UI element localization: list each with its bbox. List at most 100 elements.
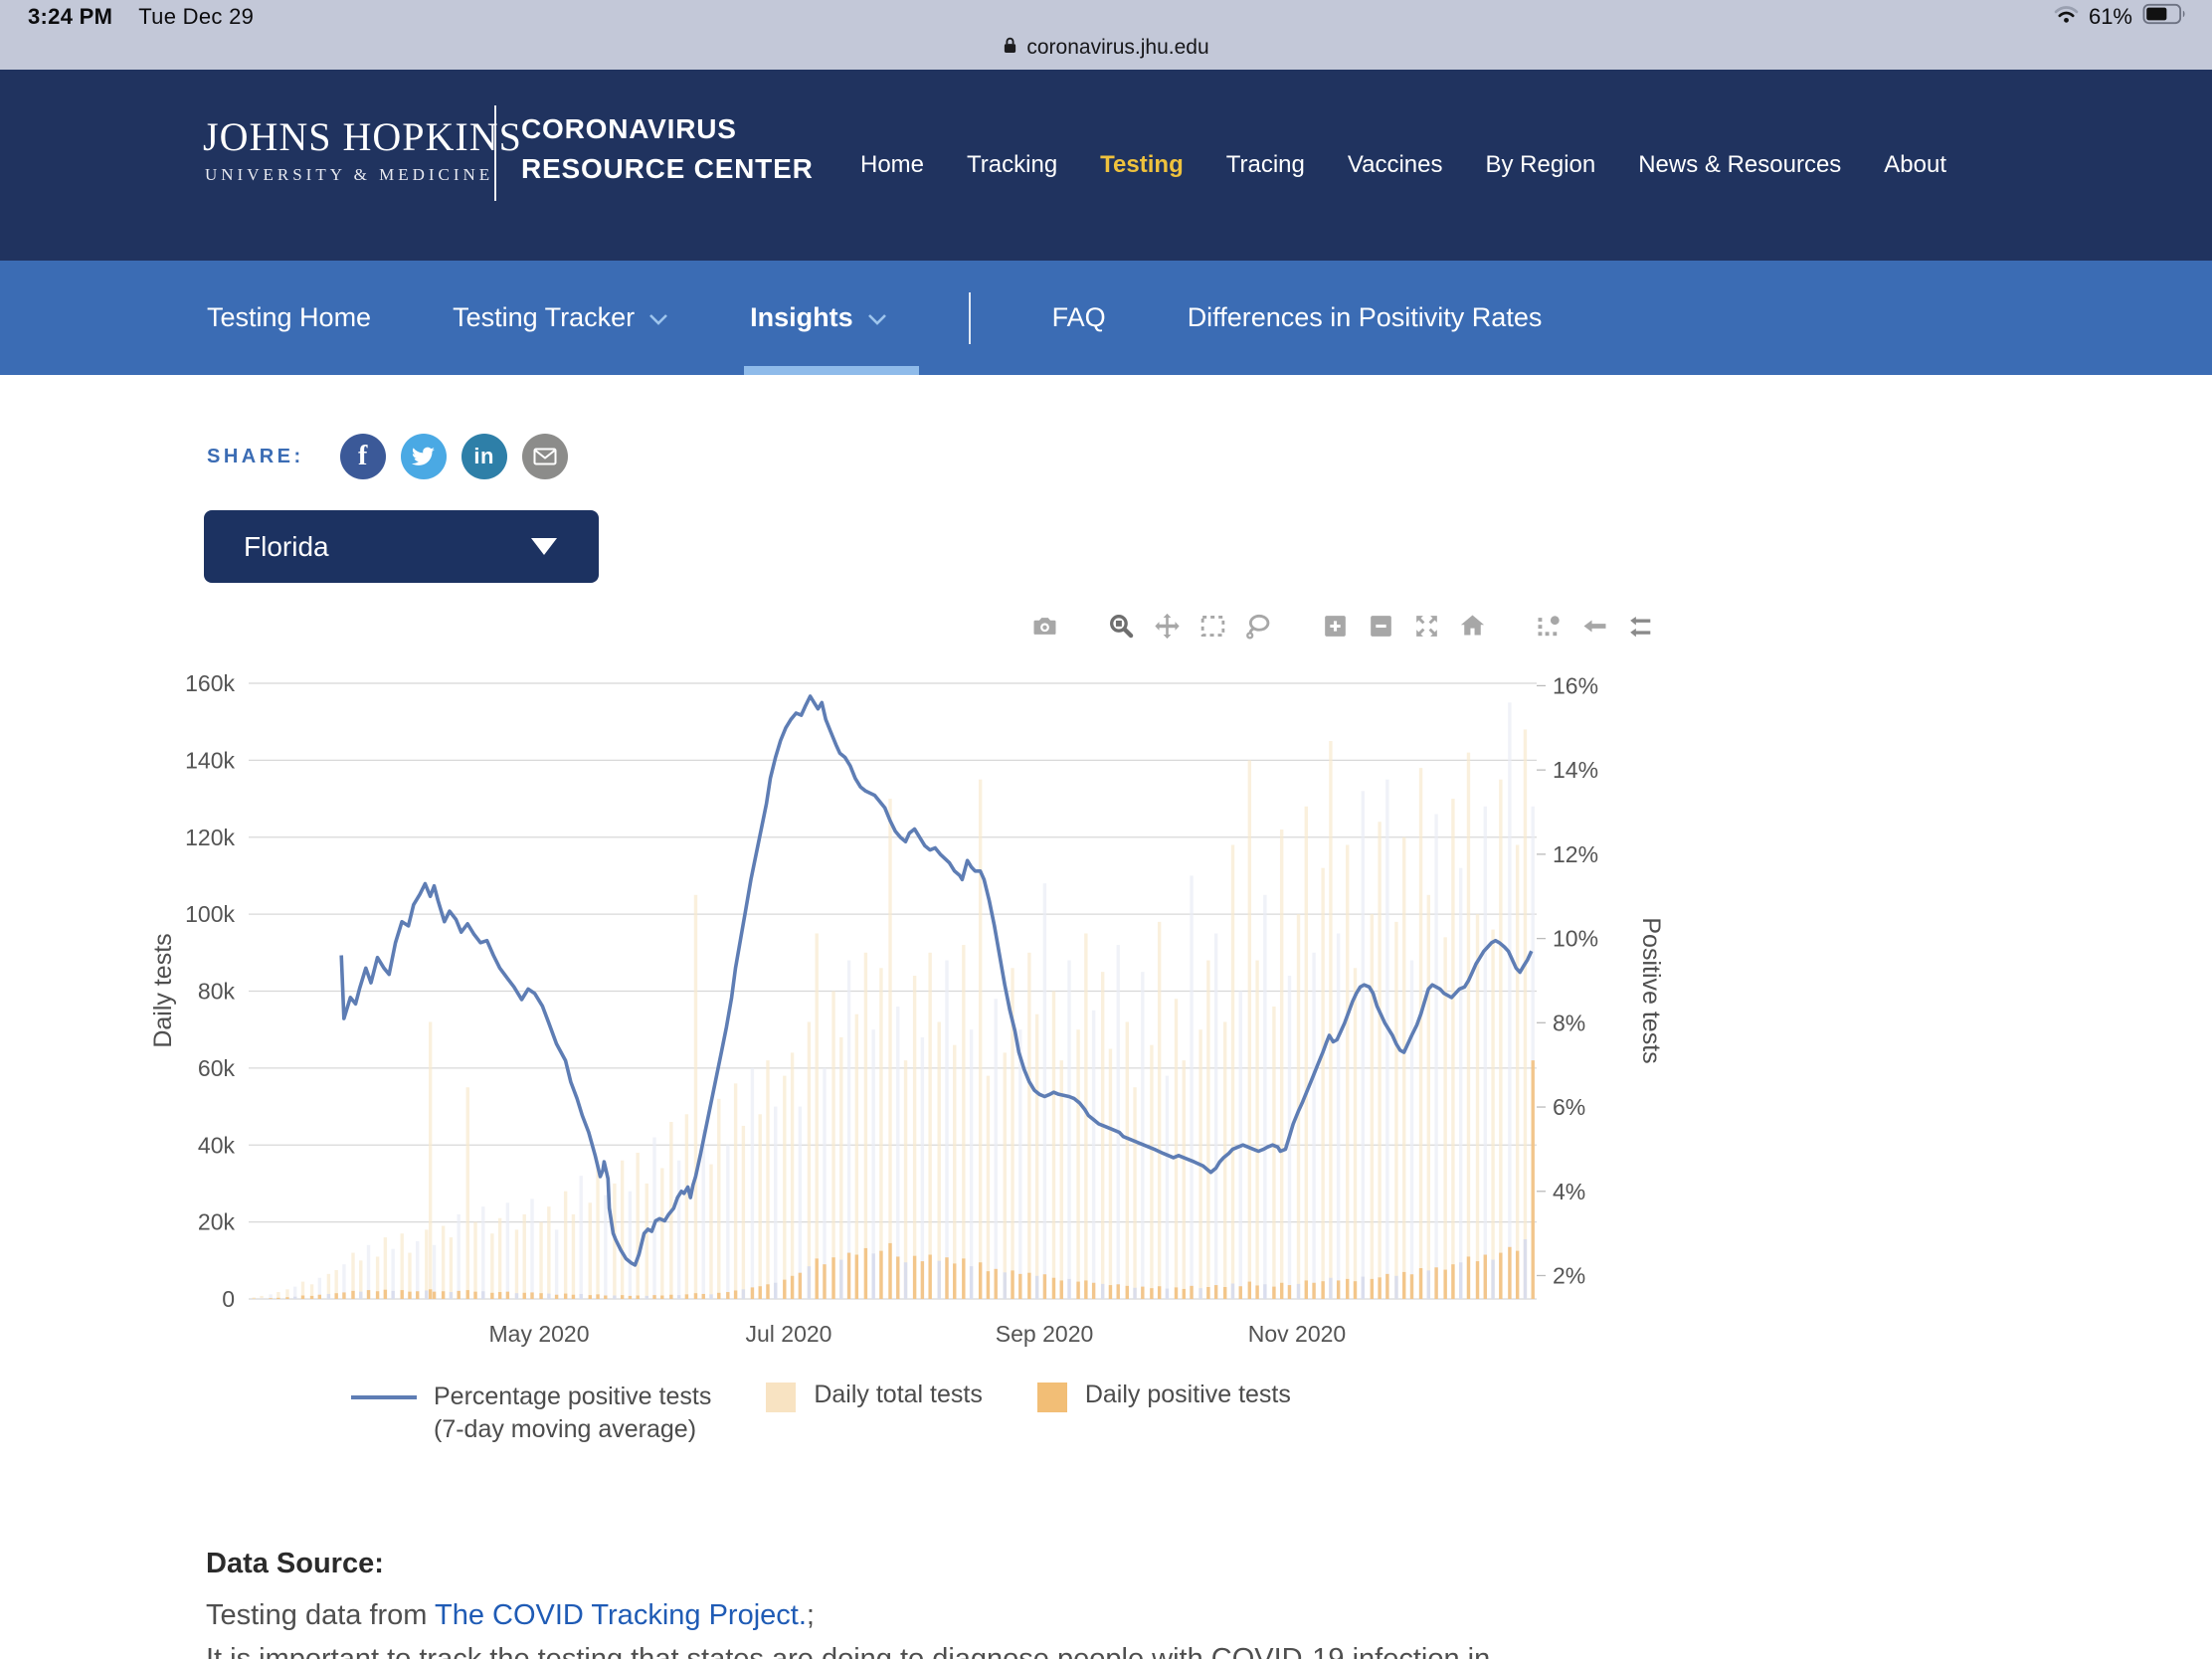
positive-tests-bar: [970, 1266, 973, 1299]
positive-tests-bar: [791, 1276, 794, 1299]
total-tests-bar: [539, 1222, 542, 1299]
total-tests-bar: [864, 953, 867, 1299]
total-tests-bar: [1329, 741, 1332, 1299]
positive-tests-bar: [928, 1255, 931, 1299]
positive-tests-bar: [310, 1296, 313, 1299]
left-axis-tick: 140k: [185, 747, 235, 773]
total-tests-bar: [1248, 760, 1251, 1299]
left-axis-tick: 80k: [198, 979, 236, 1005]
positive-tests-bar: [1451, 1264, 1454, 1299]
total-tests-bar: [498, 1218, 501, 1299]
legend-total-item[interactable]: Daily total tests: [814, 1381, 983, 1409]
positivity-line: [341, 696, 1532, 1265]
left-axis-tick: 20k: [198, 1209, 236, 1235]
total-tests-bar: [564, 1192, 567, 1299]
total-tests-bar: [847, 961, 850, 1299]
total-tests-bar: [685, 1114, 688, 1299]
total-tests-bar: [473, 1222, 476, 1299]
positive-tests-bar: [1312, 1283, 1315, 1299]
total-tests-bar: [530, 1198, 533, 1299]
positive-tests-bar: [742, 1289, 745, 1299]
total-tests-bar: [1109, 1049, 1112, 1299]
positive-tests-bar: [1362, 1277, 1365, 1299]
positive-tests-bar: [1027, 1273, 1030, 1299]
positive-tests-bar: [269, 1298, 272, 1299]
positive-tests-bar: [702, 1294, 705, 1299]
positive-tests-bar: [1060, 1280, 1063, 1299]
positive-tests-bar: [1491, 1260, 1494, 1299]
total-tests-bar: [1043, 883, 1046, 1299]
positive-tests-bar: [1272, 1287, 1275, 1299]
total-tests-bar: [1263, 895, 1266, 1299]
positive-tests-bar: [896, 1256, 899, 1299]
positive-tests-bar: [359, 1292, 362, 1299]
total-tests-bar: [1321, 868, 1324, 1299]
positive-tests-bar: [945, 1257, 948, 1299]
legend-positive-item[interactable]: Daily positive tests: [1085, 1381, 1291, 1409]
positive-tests-bar: [1443, 1270, 1446, 1299]
total-tests-bar: [1371, 914, 1374, 1299]
total-tests-bar: [1378, 822, 1381, 1299]
total-tests-bar: [1101, 972, 1104, 1299]
positive-tests-bar: [523, 1293, 526, 1299]
total-tests-bar: [1076, 1029, 1079, 1299]
positive-tests-bar: [481, 1291, 484, 1299]
positive-tests-bar: [260, 1298, 263, 1299]
positive-tests-bar: [498, 1292, 501, 1299]
total-tests-bar: [1150, 1045, 1153, 1299]
positive-tests-bar: [1248, 1282, 1251, 1299]
positive-tests-bar: [1035, 1276, 1038, 1299]
positive-tests-bar: [1329, 1278, 1332, 1299]
total-tests-bar: [1434, 815, 1437, 1299]
legend-line-item[interactable]: Percentage positive tests (7-day moving …: [434, 1381, 711, 1446]
positive-tests-bar: [1126, 1286, 1129, 1299]
total-tests-bar: [645, 1184, 648, 1299]
positive-tests-bar: [759, 1286, 762, 1299]
positive-tests-bar: [938, 1261, 941, 1299]
x-axis-tick: Jul 2020: [746, 1321, 832, 1347]
total-tests-bar: [1175, 999, 1178, 1299]
positive-tests-bar: [285, 1297, 288, 1299]
positive-tests-bar: [766, 1284, 769, 1299]
positive-tests-bar: [1484, 1255, 1487, 1299]
positive-tests-bar: [450, 1292, 453, 1299]
total-tests-bar: [433, 1245, 436, 1299]
positive-tests-bar: [1198, 1288, 1201, 1299]
line-legend-swatch: [351, 1395, 417, 1399]
positive-tests-bar: [1231, 1284, 1234, 1299]
positive-tests-bar: [1150, 1288, 1153, 1299]
positive-tests-bar: [831, 1257, 834, 1299]
total-tests-bar: [481, 1206, 484, 1299]
positive-tests-bar: [1133, 1288, 1136, 1299]
positive-tests-bar: [1092, 1283, 1095, 1299]
total-tests-bar: [1004, 1052, 1007, 1299]
total-tests-bar: [1272, 1007, 1275, 1299]
positive-tests-bar: [539, 1293, 542, 1299]
total-tests-bar: [580, 1176, 583, 1299]
total-tests-bar: [515, 1229, 518, 1299]
total-tests-bar: [1337, 933, 1340, 1299]
total-tests-bar: [547, 1206, 550, 1299]
positive-tests-bar: [1109, 1285, 1112, 1299]
total-tests-bar: [1484, 807, 1487, 1299]
total-tests-bar: [1476, 914, 1479, 1299]
positive-tests-bar: [1354, 1281, 1357, 1299]
total-tests-bar: [442, 1225, 445, 1299]
positive-tests-bar: [1190, 1286, 1193, 1299]
chart-legend: Percentage positive tests (7-day moving …: [351, 1381, 1291, 1446]
covid-tracking-project-link[interactable]: The COVID Tracking Project.: [435, 1599, 807, 1631]
total-tests-bar: [726, 1145, 729, 1299]
total-tests-bar: [1133, 1087, 1136, 1299]
positive-tests-bar: [334, 1293, 337, 1299]
positive-tests-bar: [1101, 1284, 1104, 1299]
positive-tests-bar: [621, 1295, 624, 1299]
total-tests-bar: [416, 1241, 419, 1299]
total-tests-bar: [1385, 780, 1388, 1299]
total-tests-bar: [945, 961, 948, 1299]
positive-tests-legend-swatch: [1037, 1382, 1067, 1412]
positive-tests-bar: [572, 1295, 575, 1299]
positive-tests-bar: [660, 1296, 663, 1299]
positive-tests-bar: [734, 1290, 737, 1299]
positive-tests-bar: [1011, 1270, 1014, 1299]
total-tests-bar: [1092, 1011, 1095, 1299]
